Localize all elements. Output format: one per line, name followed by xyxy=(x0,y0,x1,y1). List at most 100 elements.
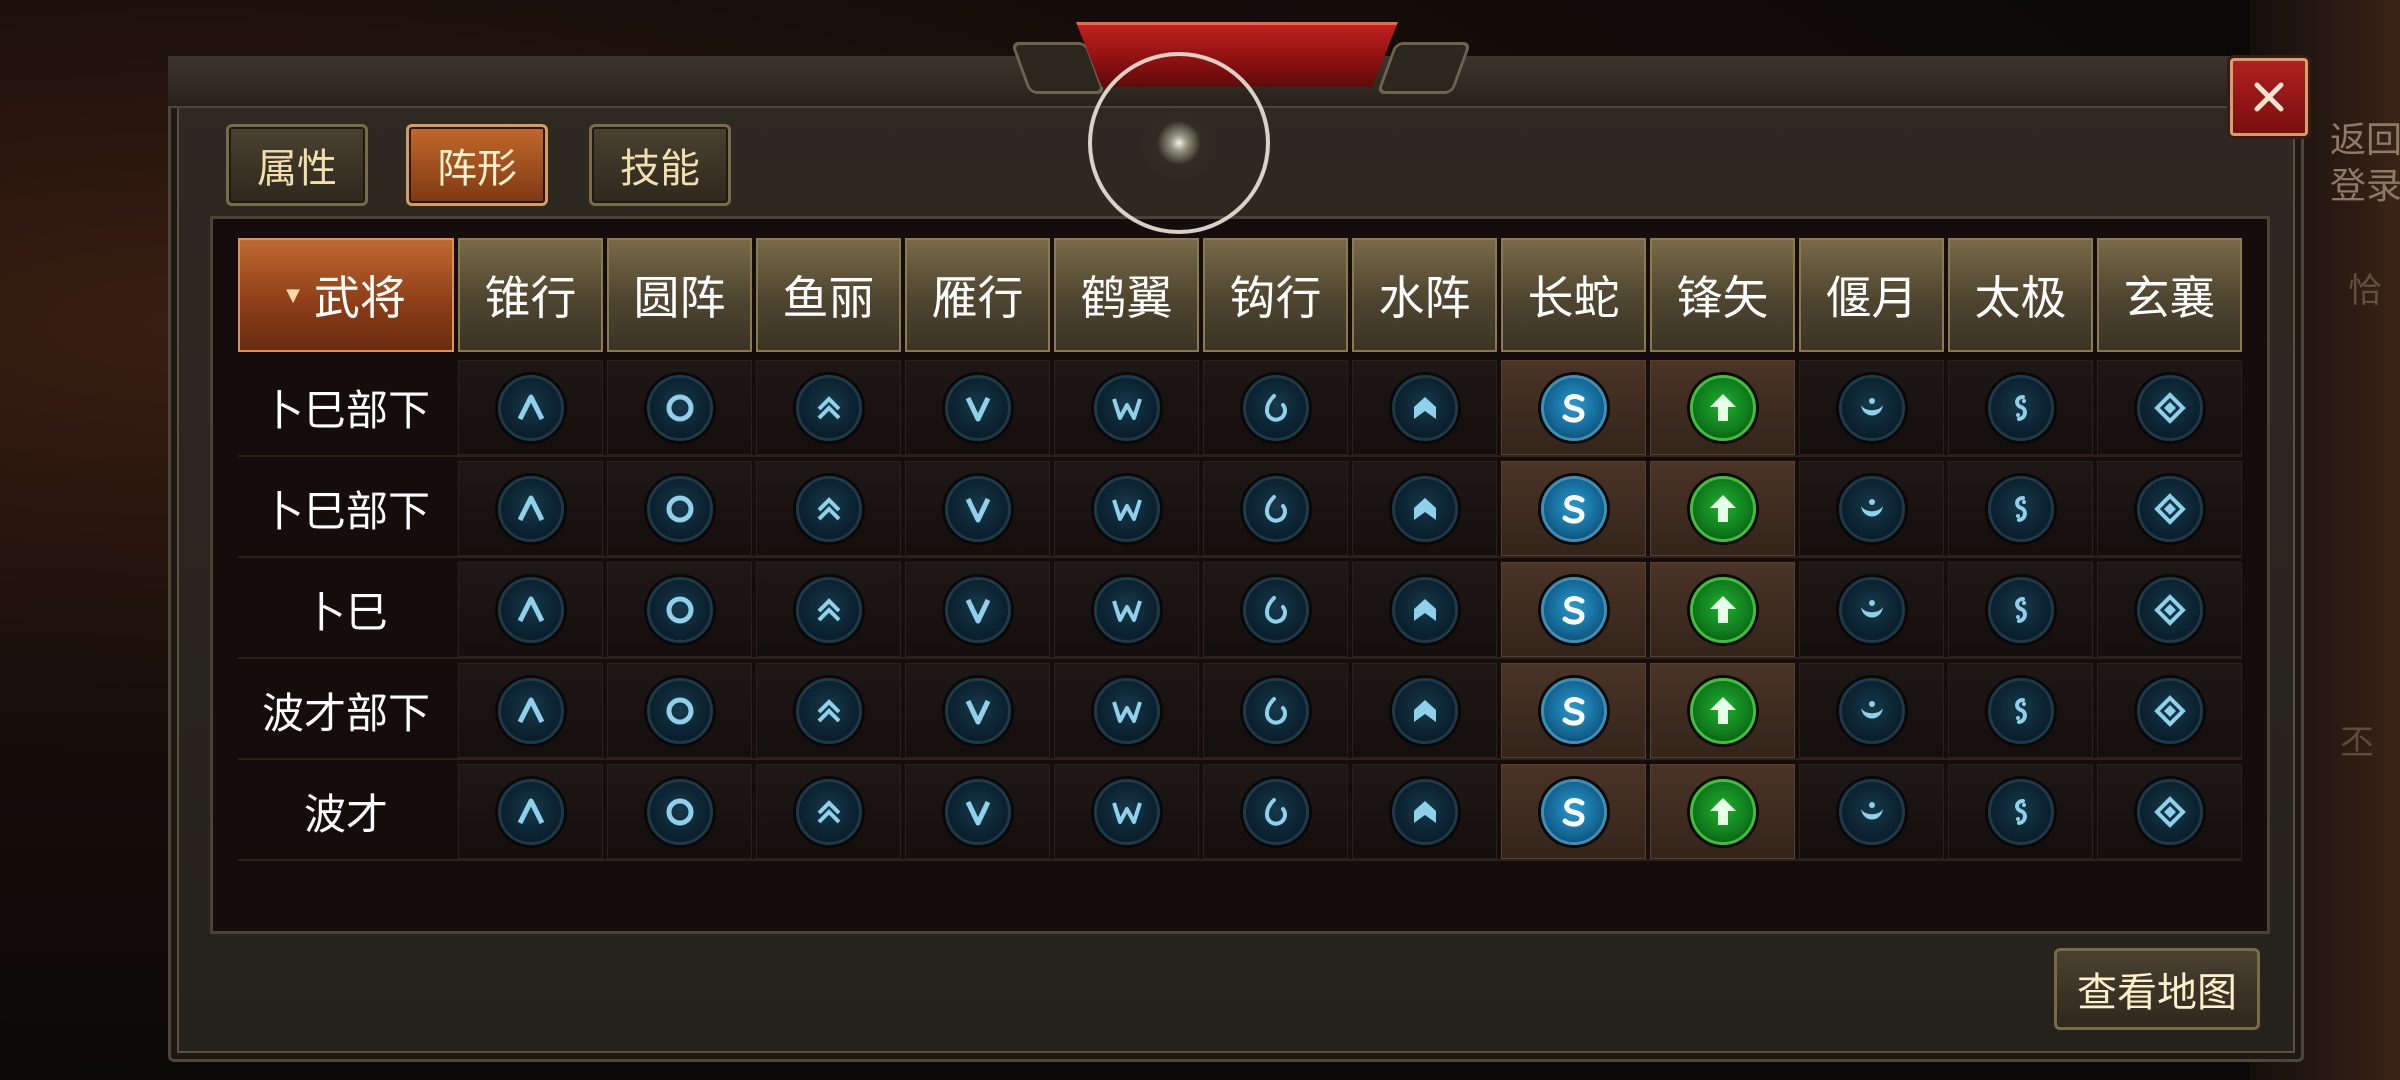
header-formation-8[interactable]: 锋矢 xyxy=(1650,238,1795,352)
formation-cell[interactable] xyxy=(2097,461,2242,556)
taiji-icon xyxy=(1987,778,2054,845)
arch-icon xyxy=(1391,374,1458,441)
formation-cell[interactable] xyxy=(607,764,752,859)
formation-cell[interactable] xyxy=(905,360,1050,455)
formation-cell[interactable] xyxy=(1948,360,2093,455)
formation-cell[interactable] xyxy=(905,663,1050,758)
formation-cell[interactable] xyxy=(1054,562,1199,657)
header-formation-9[interactable]: 偃月 xyxy=(1799,238,1944,352)
ring-icon xyxy=(646,475,713,542)
formation-cell[interactable] xyxy=(1203,764,1348,859)
formation-cell[interactable] xyxy=(905,764,1050,859)
header-formation-7[interactable]: 长蛇 xyxy=(1501,238,1646,352)
formation-cell[interactable] xyxy=(607,663,752,758)
formation-cell[interactable] xyxy=(1650,360,1795,455)
header-formation-2[interactable]: 鱼丽 xyxy=(756,238,901,352)
header-formation-3[interactable]: 雁行 xyxy=(905,238,1050,352)
formation-cell[interactable] xyxy=(1054,764,1199,859)
formation-cell[interactable] xyxy=(1054,663,1199,758)
formation-cell[interactable] xyxy=(756,562,901,657)
formation-cell[interactable] xyxy=(1501,562,1646,657)
formation-cell[interactable] xyxy=(905,562,1050,657)
w-icon xyxy=(1093,576,1160,643)
close-button[interactable] xyxy=(2230,58,2308,136)
general-name: 卜巳 xyxy=(303,588,388,637)
formation-cell[interactable] xyxy=(756,360,901,455)
formation-cell[interactable] xyxy=(1948,764,2093,859)
crescent-icon xyxy=(1838,576,1905,643)
snake-s-icon xyxy=(1540,576,1607,643)
header-general-label: 武将 xyxy=(313,271,406,325)
diamond-icon xyxy=(2136,576,2203,643)
formation-cell[interactable] xyxy=(1352,764,1497,859)
header-formation-0[interactable]: 锥行 xyxy=(458,238,603,352)
formation-cell[interactable] xyxy=(756,663,901,758)
formation-cell[interactable] xyxy=(1203,461,1348,556)
chevron-stack-icon xyxy=(795,677,862,744)
taiji-icon xyxy=(1987,677,2054,744)
formation-cell[interactable] xyxy=(1501,360,1646,455)
formation-cell[interactable] xyxy=(2097,360,2242,455)
table-row: 卜巳部下 xyxy=(238,461,2242,558)
touch-indicator-ring xyxy=(1088,52,1270,234)
return-login-label[interactable]: 返回 登录 xyxy=(2330,118,2400,210)
header-formation-4[interactable]: 鹤翼 xyxy=(1054,238,1199,352)
formation-cell[interactable] xyxy=(1501,461,1646,556)
header-general[interactable]: ▼ 武将 xyxy=(238,238,454,352)
formation-cell[interactable] xyxy=(1352,461,1497,556)
formation-cell[interactable] xyxy=(1799,562,1944,657)
formation-cell[interactable] xyxy=(1352,562,1497,657)
table-row: 波才 xyxy=(238,764,2242,861)
formation-cell[interactable] xyxy=(458,461,603,556)
formation-cell[interactable] xyxy=(1799,461,1944,556)
diamond-icon xyxy=(2136,677,2203,744)
formation-cell[interactable] xyxy=(1948,562,2093,657)
formation-cell[interactable] xyxy=(1799,764,1944,859)
formation-cell[interactable] xyxy=(607,360,752,455)
formation-cell[interactable] xyxy=(458,663,603,758)
formation-cell[interactable] xyxy=(756,461,901,556)
tab-skills[interactable]: 技能 xyxy=(589,124,731,206)
formation-cell[interactable] xyxy=(1203,360,1348,455)
formation-cell[interactable] xyxy=(1203,562,1348,657)
view-map-button[interactable]: 查看地图 xyxy=(2054,948,2260,1030)
chevron-stack-icon xyxy=(795,374,862,441)
formation-cell[interactable] xyxy=(458,360,603,455)
formation-cell[interactable] xyxy=(1650,764,1795,859)
formation-cell[interactable] xyxy=(1799,360,1944,455)
formation-cell[interactable] xyxy=(1799,663,1944,758)
formation-cell[interactable] xyxy=(458,562,603,657)
formation-cell[interactable] xyxy=(607,562,752,657)
formation-cell[interactable] xyxy=(458,764,603,859)
tab-formation[interactable]: 阵形 xyxy=(406,124,548,206)
header-formation-5[interactable]: 钩行 xyxy=(1203,238,1348,352)
formation-cell[interactable] xyxy=(1054,360,1199,455)
formation-cell[interactable] xyxy=(2097,663,2242,758)
header-formation-10[interactable]: 太极 xyxy=(1948,238,2093,352)
formation-cell[interactable] xyxy=(1948,663,2093,758)
formation-cell[interactable] xyxy=(607,461,752,556)
formation-cell[interactable] xyxy=(756,764,901,859)
taiji-icon xyxy=(1987,576,2054,643)
formation-cell[interactable] xyxy=(2097,764,2242,859)
header-formation-6[interactable]: 水阵 xyxy=(1352,238,1497,352)
formation-cell[interactable] xyxy=(1650,562,1795,657)
formation-cell[interactable] xyxy=(905,461,1050,556)
formation-cell[interactable] xyxy=(1352,663,1497,758)
formation-cell[interactable] xyxy=(1054,461,1199,556)
formation-cell[interactable] xyxy=(1203,663,1348,758)
formation-cell[interactable] xyxy=(1948,461,2093,556)
tab-attributes[interactable]: 属性 xyxy=(226,124,368,206)
ring-icon xyxy=(646,778,713,845)
formation-cell[interactable] xyxy=(1501,764,1646,859)
header-formation-1[interactable]: 圆阵 xyxy=(607,238,752,352)
up-arrow-icon xyxy=(1689,778,1756,845)
formation-cell[interactable] xyxy=(1352,360,1497,455)
header-formation-11[interactable]: 玄襄 xyxy=(2097,238,2242,352)
diamond-icon xyxy=(2136,475,2203,542)
formation-cell[interactable] xyxy=(2097,562,2242,657)
formation-cell[interactable] xyxy=(1650,461,1795,556)
formation-cell[interactable] xyxy=(1501,663,1646,758)
formation-cell[interactable] xyxy=(1650,663,1795,758)
w-icon xyxy=(1093,475,1160,542)
